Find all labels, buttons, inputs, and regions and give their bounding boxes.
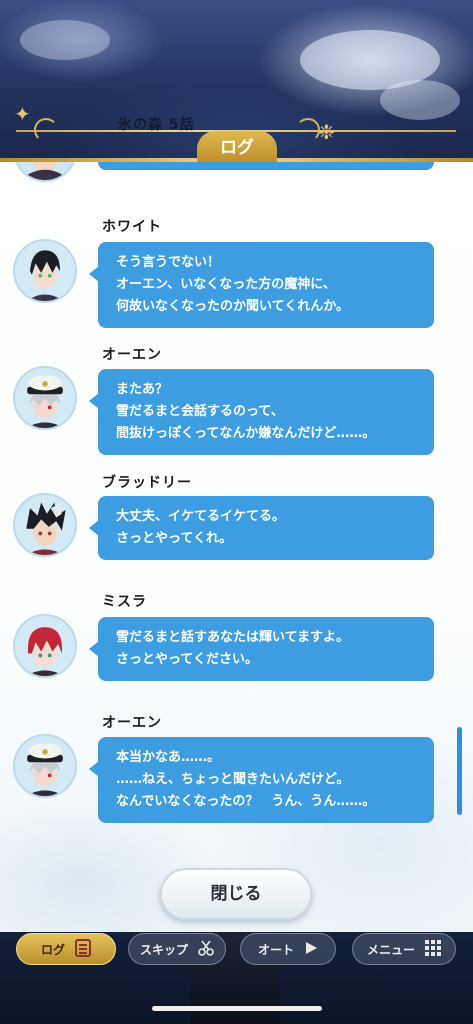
speaker-name: ホワイト: [102, 219, 162, 235]
ornament-star-icon: ✦: [14, 102, 31, 126]
speaker-name: オーエン: [102, 715, 162, 731]
auto-button-label: オート: [257, 942, 294, 957]
dialogue-bubble: またあ？ 雪だるまと会話するのって、 間抜けっぽくってなんか嫌なんだけど……。: [89, 369, 434, 455]
chapter-title: 氷の森 5話: [118, 117, 195, 133]
scene-header: ✦ ❉ 氷の森 5話 ログ: [0, 0, 473, 170]
auto-button[interactable]: オート: [240, 933, 336, 965]
skip-button-label: スキップ: [139, 942, 188, 957]
log-tab[interactable]: ログ: [197, 131, 277, 165]
speaker-name: ブラッドリー: [102, 475, 192, 491]
log-panel[interactable]: ホワイト そう言うでない！ オーエン、いなくなった方の魔神に、 何故いなくなった…: [0, 162, 473, 932]
dialogue-bubble: 大丈夫、イケてるイケてる。 さっとやってくれ。: [89, 496, 434, 560]
ornament-star-icon: ❉: [318, 120, 335, 144]
dialogue-bubble: 雪だるまと話すあなたは輝いてますよ。 さっとやってください。: [89, 617, 434, 681]
avatar-owen: [13, 734, 77, 798]
avatar-owen: [13, 366, 77, 430]
avatar-white: [13, 239, 77, 303]
menu-button[interactable]: メニュー: [352, 933, 456, 965]
ornament-curl-icon: [34, 118, 58, 142]
log-scrollbar[interactable]: [457, 727, 462, 815]
dialogue-bubble: そう言うでない！ オーエン、いなくなった方の魔神に、 何故いなくなったのか聞いて…: [89, 242, 434, 328]
grid-icon: [425, 940, 441, 958]
skip-button[interactable]: スキップ: [128, 933, 226, 965]
play-icon: [304, 941, 318, 957]
log-icon: [75, 939, 91, 959]
log-button[interactable]: ログ: [16, 933, 116, 965]
scissors-icon: [198, 940, 214, 958]
close-button[interactable]: 閉じる: [160, 868, 312, 920]
speaker-name: オーエン: [102, 347, 162, 363]
snow-cloud: [20, 20, 110, 60]
menu-button-label: メニュー: [366, 942, 415, 957]
home-indicator[interactable]: [152, 1006, 322, 1011]
avatar-mithra: [13, 614, 77, 678]
speaker-name: ミスラ: [102, 594, 147, 610]
dialogue-bubble: 本当かなあ……。 ……ねえ、ちょっと聞きたいんだけど。 なんでいなくなったの？ …: [89, 737, 434, 823]
log-button-label: ログ: [40, 942, 65, 957]
previous-bubble-edge: [98, 162, 434, 170]
avatar-owen-partial: [13, 162, 77, 182]
avatar-bradley: [13, 493, 77, 557]
snow-cloud: [380, 80, 460, 120]
ornament-curl-icon: [296, 118, 320, 142]
